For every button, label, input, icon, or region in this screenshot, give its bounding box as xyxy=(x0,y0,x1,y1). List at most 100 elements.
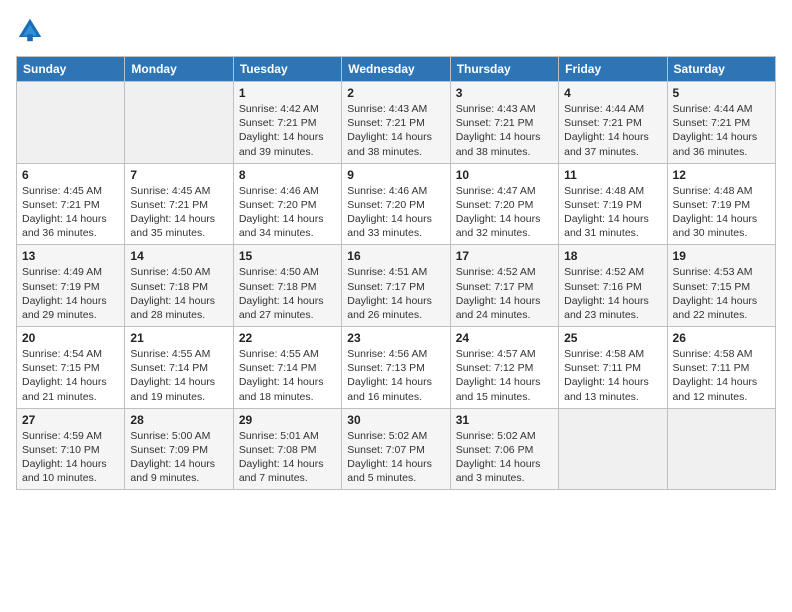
day-info: Sunrise: 4:49 AM Sunset: 7:19 PM Dayligh… xyxy=(22,265,119,322)
calendar-cell: 8Sunrise: 4:46 AM Sunset: 7:20 PM Daylig… xyxy=(233,163,341,245)
day-number: 10 xyxy=(456,168,553,182)
calendar-body: 1 Sunrise: 4:42 AM Sunset: 7:21 PM Daylig… xyxy=(17,82,776,490)
calendar-cell xyxy=(125,82,233,164)
calendar-week-row: 27 Sunrise: 4:59 AM Sunset: 7:10 PM Dayli… xyxy=(17,408,776,490)
weekday-header-friday: Friday xyxy=(559,57,667,82)
day-info: Sunrise: 4:52 AM Sunset: 7:16 PM Dayligh… xyxy=(564,265,661,322)
day-number: 31 xyxy=(456,413,553,427)
calendar-cell: 30 Sunrise: 5:02 AM Sunset: 7:07 PM Dayli… xyxy=(342,408,450,490)
day-number: 15 xyxy=(239,249,336,263)
day-info: Sunrise: 4:43 AM Sunset: 7:21 PM Dayligh… xyxy=(456,102,553,159)
day-number: 23 xyxy=(347,331,444,345)
calendar-week-row: 6 Sunrise: 4:45 AM Sunset: 7:21 PM Daylig… xyxy=(17,163,776,245)
calendar-cell: 18 Sunrise: 4:52 AM Sunset: 7:16 PM Dayli… xyxy=(559,245,667,327)
calendar-table: SundayMondayTuesdayWednesdayThursdayFrid… xyxy=(16,56,776,490)
calendar-cell: 22 Sunrise: 4:55 AM Sunset: 7:14 PM Dayli… xyxy=(233,327,341,409)
day-info: Sunrise: 4:45 AM Sunset: 7:21 PM Dayligh… xyxy=(130,184,227,241)
day-number: 25 xyxy=(564,331,661,345)
day-info: Sunrise: 4:44 AM Sunset: 7:21 PM Dayligh… xyxy=(564,102,661,159)
day-info: Sunrise: 4:47 AM Sunset: 7:20 PM Dayligh… xyxy=(456,184,553,241)
day-number: 3 xyxy=(456,86,553,100)
calendar-cell xyxy=(559,408,667,490)
day-info: Sunrise: 4:55 AM Sunset: 7:14 PM Dayligh… xyxy=(239,347,336,404)
calendar-cell: 26 Sunrise: 4:58 AM Sunset: 7:11 PM Dayli… xyxy=(667,327,775,409)
day-info: Sunrise: 4:53 AM Sunset: 7:15 PM Dayligh… xyxy=(673,265,770,322)
day-number: 17 xyxy=(456,249,553,263)
calendar-cell: 7 Sunrise: 4:45 AM Sunset: 7:21 PM Daylig… xyxy=(125,163,233,245)
day-number: 30 xyxy=(347,413,444,427)
day-info: Sunrise: 4:57 AM Sunset: 7:12 PM Dayligh… xyxy=(456,347,553,404)
day-info: Sunrise: 4:56 AM Sunset: 7:13 PM Dayligh… xyxy=(347,347,444,404)
calendar-cell: 20 Sunrise: 4:54 AM Sunset: 7:15 PM Dayli… xyxy=(17,327,125,409)
day-number: 11 xyxy=(564,168,661,182)
calendar-week-row: 20 Sunrise: 4:54 AM Sunset: 7:15 PM Dayli… xyxy=(17,327,776,409)
day-info: Sunrise: 5:02 AM Sunset: 7:07 PM Dayligh… xyxy=(347,429,444,486)
calendar-cell: 6 Sunrise: 4:45 AM Sunset: 7:21 PM Daylig… xyxy=(17,163,125,245)
day-number: 8 xyxy=(239,168,336,182)
day-info: Sunrise: 4:59 AM Sunset: 7:10 PM Dayligh… xyxy=(22,429,119,486)
calendar-cell: 27 Sunrise: 4:59 AM Sunset: 7:10 PM Dayli… xyxy=(17,408,125,490)
calendar-cell xyxy=(17,82,125,164)
day-number: 27 xyxy=(22,413,119,427)
calendar-cell: 17Sunrise: 4:52 AM Sunset: 7:17 PM Dayli… xyxy=(450,245,558,327)
calendar-cell: 16 Sunrise: 4:51 AM Sunset: 7:17 PM Dayli… xyxy=(342,245,450,327)
day-number: 19 xyxy=(673,249,770,263)
calendar-cell: 28 Sunrise: 5:00 AM Sunset: 7:09 PM Dayli… xyxy=(125,408,233,490)
day-number: 28 xyxy=(130,413,227,427)
day-info: Sunrise: 4:45 AM Sunset: 7:21 PM Dayligh… xyxy=(22,184,119,241)
page-header xyxy=(16,16,776,44)
day-info: Sunrise: 4:55 AM Sunset: 7:14 PM Dayligh… xyxy=(130,347,227,404)
day-number: 22 xyxy=(239,331,336,345)
day-info: Sunrise: 4:58 AM Sunset: 7:11 PM Dayligh… xyxy=(564,347,661,404)
calendar-cell: 9Sunrise: 4:46 AM Sunset: 7:20 PM Daylig… xyxy=(342,163,450,245)
weekday-header-row: SundayMondayTuesdayWednesdayThursdayFrid… xyxy=(17,57,776,82)
day-info: Sunrise: 4:48 AM Sunset: 7:19 PM Dayligh… xyxy=(564,184,661,241)
weekday-header-sunday: Sunday xyxy=(17,57,125,82)
day-number: 14 xyxy=(130,249,227,263)
day-number: 21 xyxy=(130,331,227,345)
logo-icon xyxy=(16,16,44,44)
day-number: 29 xyxy=(239,413,336,427)
day-number: 12 xyxy=(673,168,770,182)
day-number: 6 xyxy=(22,168,119,182)
day-info: Sunrise: 5:00 AM Sunset: 7:09 PM Dayligh… xyxy=(130,429,227,486)
day-number: 13 xyxy=(22,249,119,263)
day-info: Sunrise: 4:58 AM Sunset: 7:11 PM Dayligh… xyxy=(673,347,770,404)
day-number: 20 xyxy=(22,331,119,345)
day-number: 26 xyxy=(673,331,770,345)
day-number: 18 xyxy=(564,249,661,263)
day-number: 9 xyxy=(347,168,444,182)
day-number: 7 xyxy=(130,168,227,182)
day-number: 2 xyxy=(347,86,444,100)
day-info: Sunrise: 4:43 AM Sunset: 7:21 PM Dayligh… xyxy=(347,102,444,159)
calendar-cell xyxy=(667,408,775,490)
day-info: Sunrise: 4:44 AM Sunset: 7:21 PM Dayligh… xyxy=(673,102,770,159)
day-info: Sunrise: 4:50 AM Sunset: 7:18 PM Dayligh… xyxy=(239,265,336,322)
calendar-cell: 19 Sunrise: 4:53 AM Sunset: 7:15 PM Dayli… xyxy=(667,245,775,327)
calendar-header: SundayMondayTuesdayWednesdayThursdayFrid… xyxy=(17,57,776,82)
day-info: Sunrise: 4:51 AM Sunset: 7:17 PM Dayligh… xyxy=(347,265,444,322)
calendar-cell: 5Sunrise: 4:44 AM Sunset: 7:21 PM Daylig… xyxy=(667,82,775,164)
calendar-cell: 4Sunrise: 4:44 AM Sunset: 7:21 PM Daylig… xyxy=(559,82,667,164)
calendar-cell: 1 Sunrise: 4:42 AM Sunset: 7:21 PM Daylig… xyxy=(233,82,341,164)
weekday-header-tuesday: Tuesday xyxy=(233,57,341,82)
weekday-header-thursday: Thursday xyxy=(450,57,558,82)
weekday-header-monday: Monday xyxy=(125,57,233,82)
day-number: 16 xyxy=(347,249,444,263)
calendar-cell: 13 Sunrise: 4:49 AM Sunset: 7:19 PM Dayli… xyxy=(17,245,125,327)
calendar-cell: 31 Sunrise: 5:02 AM Sunset: 7:06 PM Dayli… xyxy=(450,408,558,490)
calendar-week-row: 1 Sunrise: 4:42 AM Sunset: 7:21 PM Daylig… xyxy=(17,82,776,164)
calendar-cell: 29Sunrise: 5:01 AM Sunset: 7:08 PM Dayli… xyxy=(233,408,341,490)
day-info: Sunrise: 4:54 AM Sunset: 7:15 PM Dayligh… xyxy=(22,347,119,404)
day-info: Sunrise: 5:02 AM Sunset: 7:06 PM Dayligh… xyxy=(456,429,553,486)
calendar-cell: 3 Sunrise: 4:43 AM Sunset: 7:21 PM Daylig… xyxy=(450,82,558,164)
calendar-cell: 14Sunrise: 4:50 AM Sunset: 7:18 PM Dayli… xyxy=(125,245,233,327)
calendar-cell: 12 Sunrise: 4:48 AM Sunset: 7:19 PM Dayli… xyxy=(667,163,775,245)
day-info: Sunrise: 4:48 AM Sunset: 7:19 PM Dayligh… xyxy=(673,184,770,241)
weekday-header-saturday: Saturday xyxy=(667,57,775,82)
day-number: 1 xyxy=(239,86,336,100)
day-info: Sunrise: 4:42 AM Sunset: 7:21 PM Dayligh… xyxy=(239,102,336,159)
calendar-cell: 2 Sunrise: 4:43 AM Sunset: 7:21 PM Daylig… xyxy=(342,82,450,164)
calendar-cell: 21 Sunrise: 4:55 AM Sunset: 7:14 PM Dayli… xyxy=(125,327,233,409)
weekday-header-wednesday: Wednesday xyxy=(342,57,450,82)
